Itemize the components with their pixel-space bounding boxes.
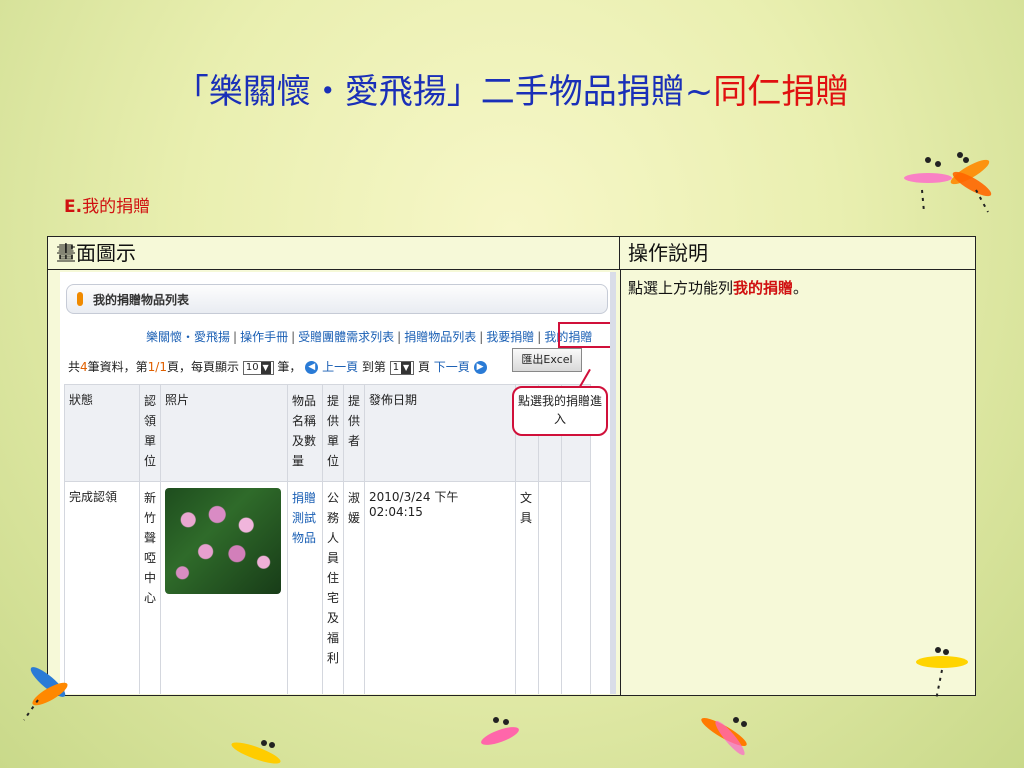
provider-unit-cell: 公務人員住宅及福利	[322, 481, 344, 694]
header-operation-note: 操作說明	[628, 241, 708, 265]
header-screen-figure: 畫面圖示	[48, 237, 620, 269]
nav-separator: |	[479, 330, 484, 344]
list-title-bar: 我的捐贈物品列表	[66, 284, 608, 314]
slide-title: 「樂關懷・愛飛揚」二手物品捐贈~同仁捐贈	[0, 70, 1024, 114]
goto-page-select[interactable]: 1 ▼	[389, 360, 415, 375]
dragonfly-icon	[481, 717, 519, 745]
nav-item-manual[interactable]: 操作手冊	[240, 330, 288, 344]
embedded-screenshot: 我的捐贈物品列表 樂關懷・愛飛揚 | 操作手冊 | 受贈團體需求列表 | 捐贈物品列表 | 我要…	[60, 272, 616, 694]
nav-item-needs[interactable]: 受贈團體需求列表	[298, 330, 394, 344]
section-letter: E.	[64, 197, 83, 217]
section-label: 我的捐贈	[82, 197, 151, 217]
bullet-icon	[77, 292, 83, 306]
pager-text: 筆，	[277, 360, 302, 374]
page-indicator: 1/1	[147, 360, 167, 374]
dragonfly-icon	[701, 717, 747, 756]
column-header: 狀態	[64, 384, 140, 482]
donation-table: 狀態 認領單位 照片 物品名稱及數量 提供單位 提供者 發佈日期 完成認領 新竹…	[64, 384, 591, 694]
per-page-select[interactable]: 10 ▼	[242, 360, 274, 375]
dragonfly-icon	[231, 740, 281, 764]
pager-text: 共	[68, 360, 81, 374]
nav-separator: |	[233, 330, 238, 344]
column-header: 發佈日期	[364, 384, 516, 482]
unit-cell: 新竹聲啞中心	[139, 481, 161, 694]
divider	[48, 269, 975, 270]
pager-text: 到第	[361, 360, 386, 374]
slide-title-accent: 同仁捐贈	[713, 72, 850, 112]
date-cell: 2010/3/24 下午 02:04:15	[364, 481, 516, 694]
description-prefix: 點選上方功能列	[628, 279, 734, 297]
column-header: 提供單位	[322, 384, 344, 482]
record-count: 4	[80, 360, 88, 374]
slide-title-main: 「樂關懷・愛飛揚」二手物品捐贈~	[174, 72, 714, 112]
column-header: 物品名稱及數量	[287, 384, 323, 482]
list-title: 我的捐贈物品列表	[93, 293, 190, 307]
divider	[620, 269, 621, 695]
pager-text: 筆資料，第	[87, 360, 148, 374]
pagination: 共4筆資料，第1/1頁，每頁顯示 10 ▼ 筆， ◀ 上一頁 到第 1 ▼ 頁 下一…	[68, 358, 487, 375]
column-header: 提供者	[343, 384, 365, 482]
dragonfly-icon	[916, 647, 968, 701]
item-photo	[165, 488, 281, 594]
description-suffix: 。	[793, 279, 809, 297]
nav-item-donation-list[interactable]: 捐贈物品列表	[404, 330, 476, 344]
pager-text: 頁	[417, 360, 430, 374]
item-link[interactable]: 捐贈測試物品	[292, 488, 318, 548]
empty-cell	[538, 481, 562, 694]
function-nav: 樂關懷・愛飛揚 | 操作手冊 | 受贈團體需求列表 | 捐贈物品列表 | 我要捐贈 | 我的捐贈	[146, 328, 592, 345]
item-cell: 捐贈測試物品	[287, 481, 323, 694]
dragonfly-icon	[904, 152, 992, 213]
prev-arrow-icon[interactable]: ◀	[305, 361, 319, 374]
provider-cell: 淑媛	[343, 481, 365, 694]
nav-separator: |	[291, 330, 296, 344]
callout-bubble: 點選我的捐贈進入	[512, 368, 608, 436]
chevron-down-icon: ▼	[401, 361, 412, 374]
table-row: 完成認領 新竹聲啞中心 捐贈測試物品 公務人員住宅及福利 淑媛 2010/3/2…	[64, 481, 591, 694]
pager-text: 頁，每頁顯示	[166, 360, 239, 374]
dragonfly-icon	[23, 667, 68, 721]
description-highlight: 我的捐贈	[733, 279, 794, 297]
category-cell: 文具	[515, 481, 539, 694]
nav-separator: |	[397, 330, 402, 344]
empty-cell	[561, 481, 591, 694]
column-header: 照片	[160, 384, 288, 482]
nav-item-home[interactable]: 樂關懷・愛飛揚	[146, 330, 230, 344]
column-header: 認領單位	[139, 384, 161, 482]
photo-cell	[160, 481, 288, 694]
export-excel-button[interactable]: 匯出Excel	[512, 348, 582, 372]
operation-description: 點選上方功能列我的捐贈。	[628, 277, 808, 298]
callout-text: 點選我的捐贈進入	[517, 394, 602, 426]
my-donation-highlight	[558, 322, 610, 348]
nav-separator: |	[537, 330, 542, 344]
section-heading: E.我的捐贈	[64, 192, 150, 217]
next-page-link[interactable]: 下一頁	[434, 360, 470, 374]
chevron-down-icon: ▼	[260, 361, 271, 374]
next-arrow-icon[interactable]: ▶	[473, 361, 487, 374]
prev-page-link[interactable]: 上一頁	[322, 360, 358, 374]
nav-item-donate[interactable]: 我要捐贈	[486, 330, 534, 344]
